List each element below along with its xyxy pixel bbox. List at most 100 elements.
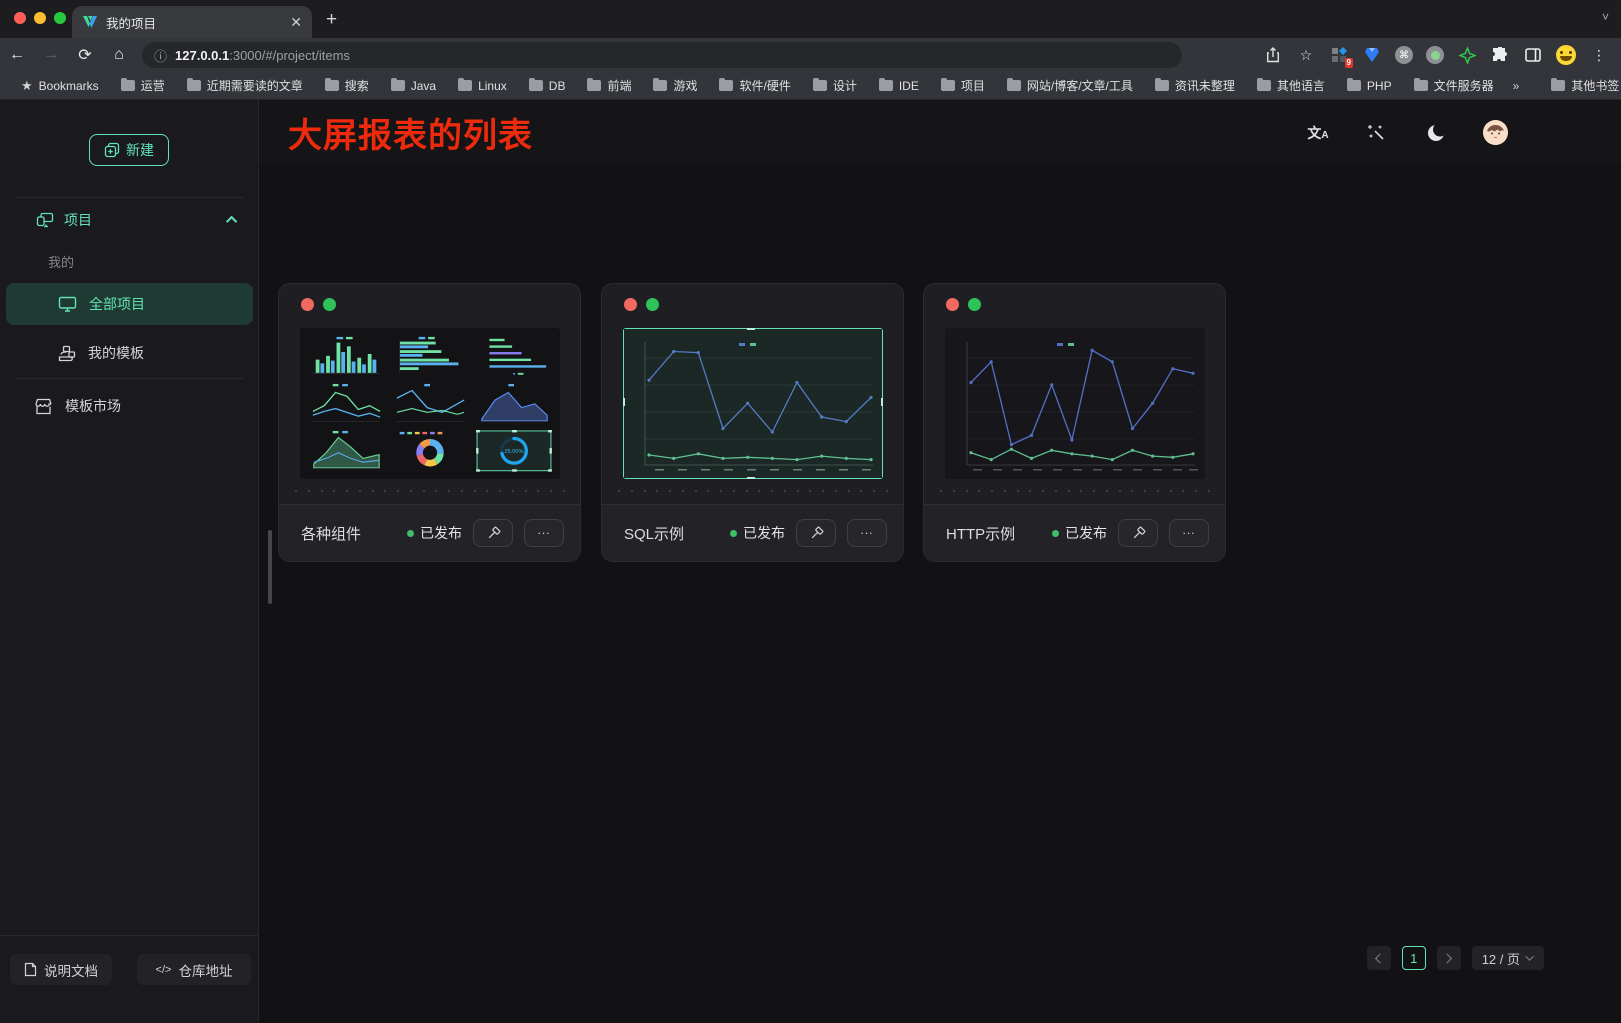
sidebar-item-all-projects[interactable]: 全部项目 (6, 283, 253, 325)
minimize-window-button[interactable] (34, 12, 46, 24)
bookmark-folder[interactable]: Java (380, 79, 447, 93)
docs-button[interactable]: 说明文档 (10, 954, 112, 985)
other-bookmarks[interactable]: 其他书签 (1540, 77, 1621, 94)
bookmark-folder[interactable]: 设计 (802, 77, 868, 94)
maximize-window-button[interactable] (54, 12, 66, 24)
window-controls[interactable] (14, 12, 66, 24)
chevron-up-icon (226, 216, 237, 227)
docs-button-label: 说明文档 (44, 960, 98, 980)
edit-project-button[interactable] (473, 519, 513, 547)
repo-button[interactable]: </> 仓库地址 (137, 954, 251, 985)
extension-star-icon[interactable] (1457, 45, 1477, 65)
tab-close-icon[interactable]: ✕ (290, 15, 302, 29)
bookmark-folder[interactable]: IDE (868, 79, 930, 93)
bookmark-folder[interactable]: 近期需要读的文章 (176, 77, 314, 94)
bookmark-folder-label: DB (549, 79, 566, 93)
extension-gem-icon[interactable] (1362, 45, 1382, 65)
bookmarks-overflow-chevron[interactable]: » (1505, 79, 1529, 93)
reload-button[interactable]: ⟳ (68, 45, 102, 65)
site-info-icon[interactable]: ⓘ (154, 46, 167, 65)
mini-gauge-selected: 25.00% (475, 430, 553, 472)
bookmark-folder-label: 项目 (961, 77, 985, 94)
bookmark-folder[interactable]: 软件/硬件 (708, 77, 801, 94)
folder-icon (187, 80, 201, 91)
extension-command-icon[interactable]: ⌘ (1395, 46, 1413, 64)
forward-button[interactable]: → (34, 46, 68, 64)
language-switch-icon[interactable]: 文A (1306, 121, 1330, 145)
address-bar[interactable]: ⓘ 127.0.0.1:3000/#/project/items (142, 42, 1182, 68)
bookmark-folder[interactable]: 其他语言 (1246, 77, 1336, 94)
project-name: HTTP示例 (946, 523, 1015, 544)
create-project-button[interactable]: 新建 (89, 134, 169, 166)
more-actions-button[interactable]: ... (847, 519, 887, 547)
edit-project-button[interactable] (796, 519, 836, 547)
new-tab-button[interactable]: + (326, 9, 337, 31)
project-card[interactable]: HTTP示例 已发布 ... (923, 283, 1226, 562)
bookmark-folder[interactable]: PHP (1336, 79, 1403, 93)
home-button[interactable]: ⌂ (102, 46, 136, 64)
side-panel-icon[interactable] (1523, 45, 1543, 65)
folder-icon (1007, 80, 1021, 91)
bookmarks-manager[interactable]: ★ Bookmarks (10, 78, 110, 94)
card-window-dots (624, 298, 659, 311)
next-page-button[interactable] (1437, 946, 1461, 970)
more-actions-button[interactable]: ... (1169, 519, 1209, 547)
page-size-select[interactable]: 12 / 页 (1472, 946, 1544, 970)
current-page-button[interactable]: 1 (1402, 946, 1426, 970)
sidebar-item-my-templates[interactable]: 我的模板 (6, 332, 253, 374)
bookmark-folder-label: 软件/硬件 (739, 77, 790, 94)
bookmark-folder[interactable]: 文件服务器 (1403, 77, 1505, 94)
close-window-button[interactable] (14, 12, 26, 24)
bookmark-folder[interactable]: 游戏 (642, 77, 708, 94)
project-thumbnail[interactable] (945, 328, 1205, 479)
green-dot-icon (646, 298, 659, 311)
folder-icon (941, 80, 955, 91)
browser-toolbar: ← → ⟳ ⌂ ⓘ 127.0.0.1:3000/#/project/items… (0, 38, 1621, 72)
project-thumbnail[interactable]: 25.00% (300, 328, 560, 479)
bookmark-star-icon[interactable]: ☆ (1296, 45, 1316, 65)
bookmark-folder[interactable]: 搜索 (314, 77, 380, 94)
star-icon: ★ (21, 78, 33, 94)
profile-avatar-icon[interactable] (1556, 45, 1576, 65)
bookmark-folder[interactable]: Linux (447, 79, 518, 93)
sidebar-item-label: 我的模板 (88, 343, 144, 363)
line-chart-selected (623, 328, 883, 479)
browser-tab[interactable]: 我的项目 ✕ (72, 6, 312, 38)
goview-app: 新建 项目 我的 全部项目 (0, 100, 1621, 1023)
x-tick-marks (973, 469, 1198, 471)
back-button[interactable]: ← (0, 46, 34, 64)
prev-page-button[interactable] (1367, 946, 1391, 970)
tab-search-chevron-icon[interactable]: ˅ (1602, 10, 1609, 24)
extensions-puzzle-icon[interactable] (1490, 45, 1510, 65)
sidebar-group-label: 项目 (64, 210, 92, 230)
extension-dot-icon[interactable] (1426, 46, 1444, 64)
bookmark-folder[interactable]: 项目 (930, 77, 996, 94)
project-card[interactable]: 25.00% 各种组件 已发布 ... (278, 283, 581, 562)
sidebar-item-template-market[interactable]: 模板市场 (0, 388, 259, 424)
folder-icon (529, 80, 543, 91)
sidebar-group-projects[interactable]: 项目 (0, 203, 259, 237)
bookmark-folder[interactable]: 资讯未整理 (1144, 77, 1246, 94)
project-card[interactable]: SQL示例 已发布 ... (601, 283, 904, 562)
extension-grid-icon[interactable]: 9 (1329, 45, 1349, 65)
bookmark-folder[interactable]: 运营 (110, 77, 176, 94)
selection-handle (747, 477, 755, 479)
dark-mode-moon-icon[interactable] (1424, 121, 1448, 145)
mini-line-chart (391, 383, 469, 425)
project-list: 25.00% 各种组件 已发布 ... (260, 165, 1621, 1023)
bookmark-folder[interactable]: DB (518, 79, 577, 93)
scrollbar-thumb[interactable] (268, 530, 272, 604)
bookmark-folder[interactable]: 前端 (576, 77, 642, 94)
extension-badge: 9 (1345, 58, 1353, 68)
share-icon[interactable] (1263, 45, 1283, 65)
bookmark-folder[interactable]: 网站/博客/文章/工具 (996, 77, 1144, 94)
user-avatar[interactable] (1483, 120, 1508, 145)
edit-project-button[interactable] (1118, 519, 1158, 547)
mini-bar-chart (307, 335, 385, 377)
sidebar-divider (15, 197, 244, 198)
magic-wand-icon[interactable] (1365, 121, 1389, 145)
publish-status: 已发布 (407, 523, 462, 543)
more-actions-button[interactable]: ... (524, 519, 564, 547)
project-thumbnail[interactable] (623, 328, 883, 479)
browser-menu-icon[interactable]: ⋮ (1589, 45, 1609, 65)
